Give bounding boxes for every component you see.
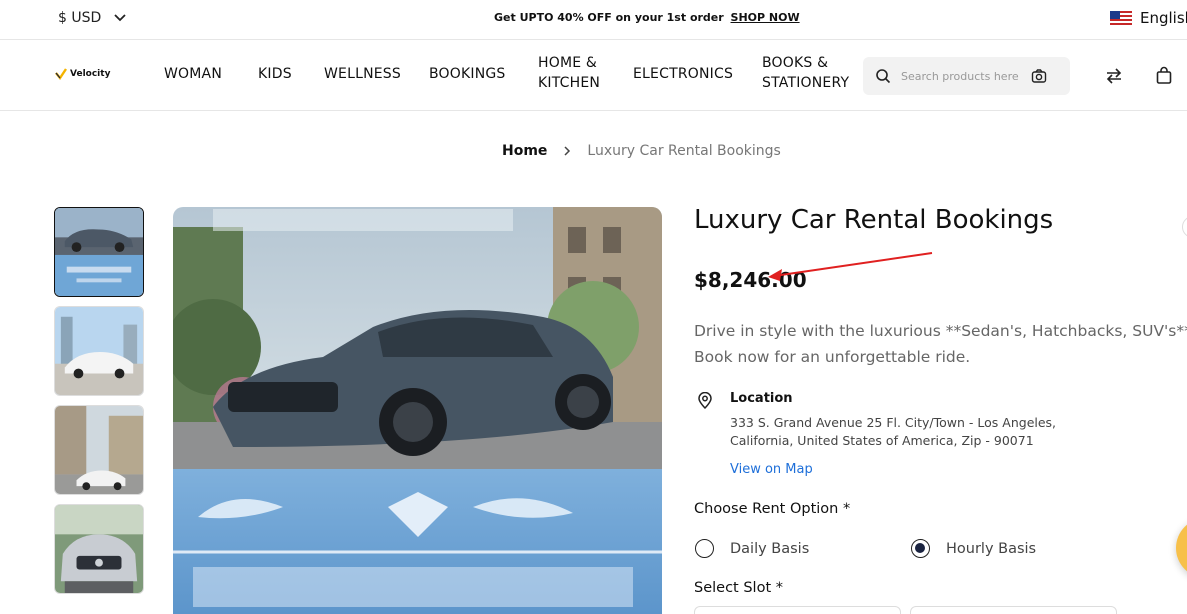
description-line-2: Book now for an unforgettable ride. bbox=[694, 348, 971, 366]
search-icon[interactable] bbox=[875, 68, 891, 84]
select-slot-label: Select Slot * bbox=[694, 580, 783, 596]
car-poster-image bbox=[173, 207, 662, 614]
promo-text: Get UPTO 40% OFF on your 1st order SHOP … bbox=[494, 11, 800, 24]
camera-icon[interactable] bbox=[1031, 68, 1047, 84]
product-price: $8,246.00 bbox=[694, 268, 807, 292]
radio-daily-basis[interactable]: Daily Basis bbox=[695, 539, 809, 558]
address-line-1: 333 S. Grand Avenue 25 Fl. City/Town - L… bbox=[730, 415, 1057, 430]
radio-label: Daily Basis bbox=[730, 540, 810, 557]
thumbnail-image bbox=[55, 208, 143, 296]
location-address: 333 S. Grand Avenue 25 Fl. City/Town - L… bbox=[730, 414, 1070, 450]
thumbnail-4[interactable] bbox=[54, 504, 144, 594]
logo-text: Velocity bbox=[70, 69, 111, 79]
rent-option-label: Choose Rent Option * bbox=[694, 501, 851, 517]
language-label: English bbox=[1140, 9, 1187, 27]
nav-item-woman[interactable]: WOMAN bbox=[164, 64, 222, 84]
currency-label: $ USD bbox=[58, 10, 102, 26]
nav-item-electronics[interactable]: ELECTRONICS bbox=[633, 64, 733, 84]
thumbnail-image bbox=[55, 505, 143, 593]
currency-selector[interactable]: $ USD bbox=[58, 10, 127, 26]
us-flag-icon bbox=[1110, 11, 1132, 25]
promo-message: Get UPTO 40% OFF on your 1st order bbox=[494, 11, 724, 24]
product-title: Luxury Car Rental Bookings bbox=[694, 205, 1054, 235]
address-line-2: California, United States of America, Zi… bbox=[730, 433, 1034, 448]
chat-button[interactable] bbox=[1176, 518, 1187, 578]
radio-circle[interactable] bbox=[695, 539, 714, 558]
nav-item-books-stationery[interactable]: BOOKS & STATIONERY bbox=[762, 53, 854, 93]
nav-item-kids[interactable]: KIDS bbox=[258, 64, 292, 84]
product-description: Drive in style with the luxurious **Seda… bbox=[694, 318, 1187, 370]
compare-arrows-icon[interactable] bbox=[1104, 66, 1124, 86]
shop-now-link[interactable]: SHOP NOW bbox=[731, 11, 800, 24]
nav-item-bookings[interactable]: BOOKINGS bbox=[429, 64, 506, 84]
thumbnail-2[interactable] bbox=[54, 306, 144, 396]
breadcrumb: Home Luxury Car Rental Bookings bbox=[502, 143, 781, 159]
view-on-map-link[interactable]: View on Map bbox=[730, 462, 813, 477]
thumbnail-image bbox=[55, 307, 143, 395]
chevron-right-icon bbox=[564, 146, 571, 156]
logo-check-icon bbox=[55, 68, 67, 80]
wishlist-button[interactable] bbox=[1182, 216, 1187, 238]
location-label: Location bbox=[730, 391, 793, 406]
breadcrumb-current: Luxury Car Rental Bookings bbox=[587, 143, 781, 159]
nav-item-home-kitchen[interactable]: HOME & KITCHEN bbox=[538, 53, 608, 93]
description-line-1: Drive in style with the luxurious **Seda… bbox=[694, 322, 1187, 340]
shopping-bag-icon[interactable] bbox=[1154, 66, 1174, 86]
slot-date-field[interactable] bbox=[694, 606, 901, 614]
logo[interactable]: Velocity bbox=[55, 68, 110, 80]
slot-time-field[interactable] bbox=[910, 606, 1117, 614]
radio-label: Hourly Basis bbox=[946, 540, 1037, 557]
promo-bar: $ USD Get UPTO 40% OFF on your 1st order… bbox=[0, 0, 1187, 40]
search-bar bbox=[863, 57, 1070, 95]
search-input[interactable] bbox=[901, 69, 1021, 83]
thumbnail-image bbox=[55, 406, 143, 494]
radio-circle-checked[interactable] bbox=[911, 539, 930, 558]
main-header: Velocity WOMAN KIDS WELLNESS BOOKINGS HO… bbox=[0, 41, 1187, 111]
main-product-image[interactable] bbox=[173, 207, 662, 614]
breadcrumb-home[interactable]: Home bbox=[502, 143, 547, 159]
thumbnail-1[interactable] bbox=[54, 207, 144, 297]
location-pin-icon bbox=[698, 392, 712, 410]
chevron-down-icon bbox=[114, 14, 126, 22]
language-selector[interactable]: English bbox=[1110, 9, 1187, 27]
thumbnail-3[interactable] bbox=[54, 405, 144, 495]
nav-item-wellness[interactable]: WELLNESS bbox=[324, 64, 401, 84]
radio-hourly-basis[interactable]: Hourly Basis bbox=[911, 539, 1036, 558]
